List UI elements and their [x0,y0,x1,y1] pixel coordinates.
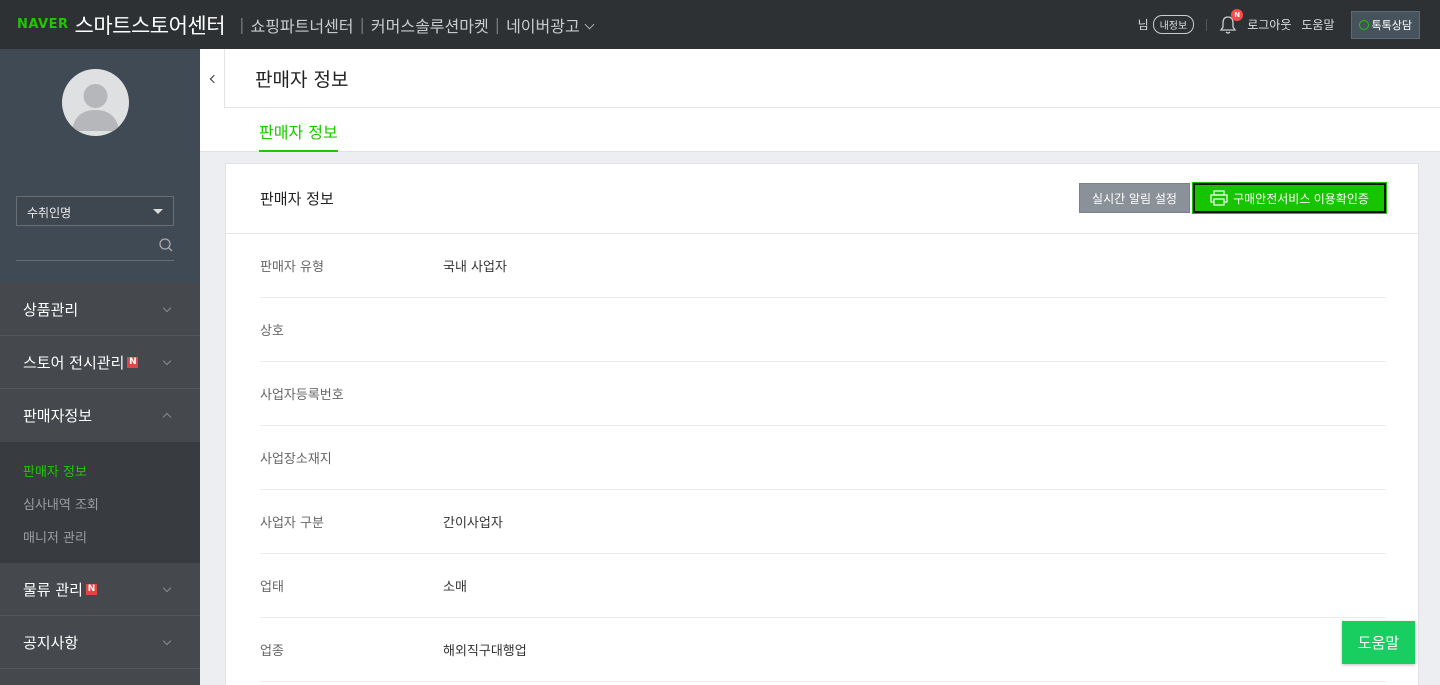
sidebar-menu: 상품관리 스토어 전시관리 N 판매자정보 판매자 정보 심사내역 조회 매니저… [0,283,200,669]
my-info-button[interactable]: 내정보 [1152,15,1195,34]
floating-help-button[interactable]: 도움말 [1342,621,1415,664]
nav-divider: | [494,15,501,34]
nav-divider: | [239,15,245,34]
sidebar-search-input[interactable] [16,233,174,261]
nav-divider: | [359,15,365,34]
info-row-business-number: 사업자등록번호 [260,362,1386,426]
submenu-item-manager[interactable]: 매니저 관리 [0,520,200,553]
sidebar-item-product[interactable]: 상품관리 [0,283,200,336]
profile-zone: 수취인명 [0,49,200,283]
chevron-down-icon [162,583,172,593]
sidebar-item-label: 상품관리 [23,300,79,319]
seller-info-list: 판매자 유형 국내 사업자 상호 사업자등록번호 사업장소재지 사업자 구분 간… [260,234,1386,682]
chevron-down-icon [162,303,172,313]
info-value: 간이사업자 [443,516,503,531]
new-badge: N [85,583,97,595]
new-badge: N [127,356,139,368]
info-label: 판매자 유형 [260,260,324,275]
info-label: 상호 [260,324,284,339]
help-link[interactable]: 도움말 [1301,16,1334,33]
search-icon[interactable] [158,237,174,253]
naver-logo: NAVER [17,17,69,32]
chevron-left-icon [209,74,218,83]
seller-info-panel: 판매자 정보 실시간 알림 설정 구매안전서비스 이용확인증 판매자 유형 국내… [225,163,1419,685]
sidebar-collapse-button[interactable] [200,49,225,108]
page-title: 판매자 정보 [255,69,349,91]
nav-commerce-market[interactable]: 커머스솔루션마켓 [371,13,489,37]
info-value: 해외직구대행업 [443,644,527,659]
top-right-area: 님 내정보 N 로그아웃 도움말 톡톡상담 [1138,0,1420,49]
sidebar-item-seller-info[interactable]: 판매자정보 [0,389,200,442]
store-select-value: 수취인명 [27,206,72,220]
notification-button[interactable]: N [1219,8,1244,35]
talktalk-label: 톡톡상담 [1371,18,1412,32]
info-row-business-address: 사업장소재지 [260,426,1386,490]
top-nav: | 쇼핑파트너센터 | 커머스솔루션마켓 | 네이버광고 [233,13,595,37]
info-label: 사업장소재지 [260,452,332,467]
nav-naver-ads-label: 네이버광고 [506,16,580,36]
sidebar-item-label: 스토어 전시관리 [23,353,125,372]
chevron-down-icon [584,19,595,29]
chat-icon [1358,19,1369,30]
seller-info-submenu: 판매자 정보 심사내역 조회 매니저 관리 [0,442,200,563]
divider [1206,18,1208,31]
brand-logo[interactable]: NAVER 스마트스토어센터 [17,10,226,40]
sidebar-item-label: 판매자정보 [23,407,93,425]
sidebar: 수취인명 상품관리 스토어 전시관리 N 판매자정보 판매자 정보 심사내역 조… [0,49,200,685]
chevron-down-icon [162,636,172,646]
tab-seller-info[interactable]: 판매자 정보 [259,108,338,152]
panel-title: 판매자 정보 [260,190,334,208]
nav-shopping-partner[interactable]: 쇼핑파트너센터 [250,13,353,37]
submenu-item-review-history[interactable]: 심사내역 조회 [0,487,200,520]
page-header: 판매자 정보 [225,49,1440,108]
sidebar-item-label: 물류 관리 [23,580,83,599]
nav-naver-ads[interactable]: 네이버광고 [506,13,595,37]
info-row-business-item: 업종 해외직구대행업 [260,618,1386,682]
top-navigation-bar: NAVER 스마트스토어센터 | 쇼핑파트너센터 | 커머스솔루션마켓 | 네이… [0,0,1440,49]
chevron-down-icon [162,356,172,366]
logout-link[interactable]: 로그아웃 [1247,16,1291,33]
sidebar-item-label: 공지사항 [23,633,79,652]
caret-down-icon [153,209,163,214]
sidebar-item-logistics[interactable]: 물류 관리 N [0,563,200,616]
printer-icon [1210,190,1228,206]
brand-title: 스마트스토어센터 [74,13,226,38]
info-label: 업태 [260,580,284,595]
info-value: 소매 [443,580,467,595]
chevron-up-icon [162,412,172,422]
realtime-alarm-button[interactable]: 실시간 알림 설정 [1079,183,1190,213]
info-row-company-name: 상호 [260,298,1386,362]
panel-header: 판매자 정보 실시간 알림 설정 구매안전서비스 이용확인증 [226,164,1418,234]
tab-bar: 판매자 정보 [200,108,1440,152]
user-name: 님 [1137,18,1149,32]
info-label: 사업자 구분 [260,516,324,531]
store-select[interactable]: 수취인명 [16,196,174,226]
safe-purchase-cert-button[interactable]: 구매안전서비스 이용확인증 [1192,182,1387,214]
info-row-business-type: 업태 소매 [260,554,1386,618]
user-avatar-icon [72,84,119,131]
submenu-item-seller-info[interactable]: 판매자 정보 [0,454,200,487]
sidebar-item-store-display[interactable]: 스토어 전시관리 N [0,336,200,389]
safe-purchase-cert-label: 구매안전서비스 이용확인증 [1233,191,1369,206]
talktalk-button[interactable]: 톡톡상담 [1350,10,1420,39]
avatar [62,69,129,136]
notification-badge: N [1231,8,1244,21]
info-row-seller-type: 판매자 유형 국내 사업자 [260,234,1386,298]
info-label: 업종 [260,644,284,659]
info-row-business-category: 사업자 구분 간이사업자 [260,490,1386,554]
sidebar-item-notice[interactable]: 공지사항 [0,616,200,669]
info-label: 사업자등록번호 [260,388,344,403]
info-value: 국내 사업자 [443,260,507,275]
